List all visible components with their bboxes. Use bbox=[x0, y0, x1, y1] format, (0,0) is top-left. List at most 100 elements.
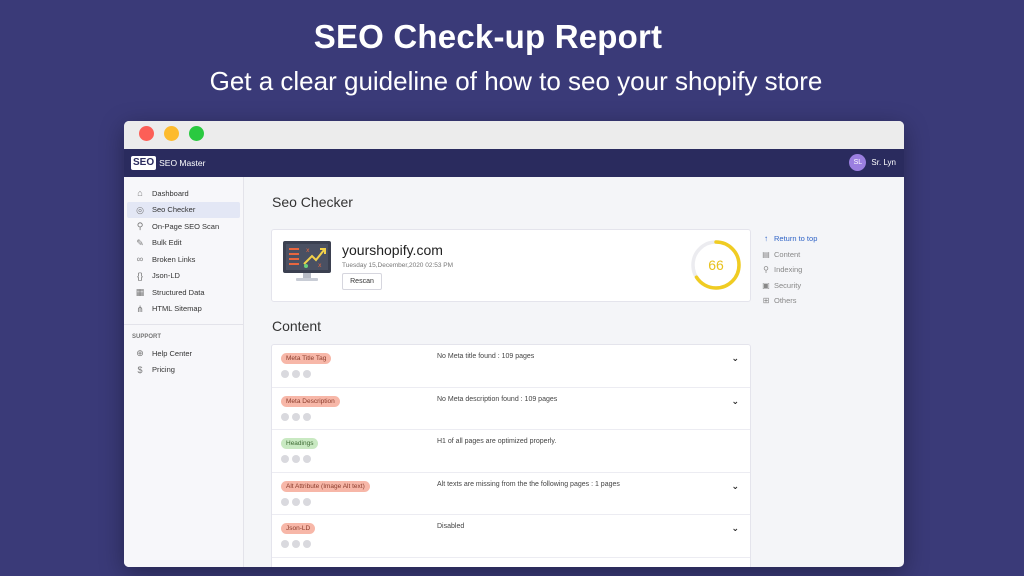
sidebar-item-label: Json-LD bbox=[152, 271, 180, 281]
help-icon: ⊕ bbox=[136, 348, 144, 359]
chevron-down-icon[interactable]: ⌄ bbox=[731, 396, 739, 407]
content-section-title: Content bbox=[272, 318, 322, 334]
toc-link-label: Others bbox=[774, 296, 797, 306]
check-status-badge: Meta Title Tag bbox=[281, 353, 332, 364]
page-title: Seo Checker bbox=[272, 194, 353, 210]
sidebar-nav: ⌂ Dashboard ◎ Seo Checker ⚲ On-Page SEO Scan ✎… bbox=[124, 177, 243, 317]
sidebar-item-label: Bulk Edit bbox=[152, 238, 182, 248]
hero-title: SEO Check-up Report bbox=[313, 18, 663, 55]
maximize-window-button[interactable] bbox=[189, 126, 204, 141]
chevron-down-icon[interactable]: ⌄ bbox=[731, 353, 739, 364]
sidebar-item-label: Structured Data bbox=[152, 287, 205, 297]
indicator-dot bbox=[303, 455, 311, 463]
site-summary-card: x x yourshopify.com Tuesday 15,December,… bbox=[271, 229, 751, 302]
indicator-dot bbox=[292, 540, 300, 548]
check-message: H1 of all pages are optimized properly. bbox=[437, 438, 557, 445]
app-logo[interactable]: SEO SEO Master bbox=[131, 154, 205, 172]
user-menu[interactable]: SL Sr. Lyn bbox=[849, 154, 896, 171]
dollar-icon: $ bbox=[137, 364, 143, 375]
check-row[interactable]: Meta Description No Meta description foun… bbox=[272, 388, 750, 430]
sidebar-item-label: Seo Checker bbox=[152, 205, 196, 215]
check-indicator-dots bbox=[281, 370, 314, 378]
indicator-dot bbox=[303, 540, 311, 548]
chevron-down-icon[interactable]: ⌄ bbox=[731, 481, 739, 492]
indicator-dot bbox=[281, 412, 289, 421]
check-message: Alt texts are missing from the the follo… bbox=[437, 480, 620, 488]
link-icon: ∞ bbox=[136, 254, 144, 265]
chevron-down-icon[interactable]: ⌄ bbox=[731, 523, 739, 534]
minimize-window-button[interactable] bbox=[164, 126, 179, 141]
check-indicator-dots bbox=[281, 412, 314, 421]
indicator-dot bbox=[281, 497, 289, 506]
window-titlebar bbox=[124, 121, 904, 149]
toc-link-security[interactable]: ▣ Security bbox=[762, 278, 872, 294]
section-toc: ↑ Return to top ▤ Content ⚲ Indexing ▣ Security… bbox=[762, 231, 872, 309]
document-icon: ▤ bbox=[762, 249, 770, 259]
support-nav: ⊕ Help Center $ Pricing bbox=[124, 343, 243, 378]
toc-link-content[interactable]: ▤ Content bbox=[762, 247, 872, 263]
sidebar-item-label: On-Page SEO Scan bbox=[152, 221, 220, 231]
sidebar-item-on-page-seo-scan[interactable]: ⚲ On-Page SEO Scan bbox=[127, 218, 240, 235]
toc-link-return-to-top[interactable]: ↑ Return to top bbox=[762, 231, 872, 247]
sitemap-icon: ⋔ bbox=[136, 303, 144, 314]
check-row[interactable]: Alt Attribute (Image Alt text) Alt texts … bbox=[272, 473, 750, 515]
check-message: No Meta description found : 109 pages bbox=[437, 395, 558, 403]
sidebar-item-label: Help Center bbox=[152, 348, 193, 358]
check-indicator-dots bbox=[281, 497, 314, 506]
grid-icon: ⊞ bbox=[762, 296, 770, 306]
search-icon: ⚲ bbox=[136, 221, 144, 232]
lock-icon: ▣ bbox=[762, 280, 770, 290]
sidebar-item-label: Dashboard bbox=[152, 188, 189, 198]
sidebar-item-label: HTML Sitemap bbox=[152, 304, 202, 314]
sidebar-item-pricing[interactable]: $ Pricing bbox=[127, 362, 240, 379]
toc-link-indexing[interactable]: ⚲ Indexing bbox=[762, 262, 872, 278]
sidebar-item-dashboard[interactable]: ⌂ Dashboard bbox=[127, 185, 240, 202]
svg-text:x: x bbox=[306, 247, 310, 254]
sidebar-item-help-center[interactable]: ⊕ Help Center bbox=[127, 345, 240, 362]
check-message: No Meta title found : 109 pages bbox=[437, 353, 535, 360]
score-value: 66 bbox=[708, 257, 724, 273]
indicator-dot bbox=[292, 455, 300, 463]
indicator-dot bbox=[281, 540, 289, 548]
content-checks-table: Meta Title Tag No Meta title found : 109 … bbox=[271, 344, 751, 567]
sidebar-item-structured-data[interactable]: ▦ Structured Data bbox=[127, 284, 240, 301]
check-status-badge: Alt Attribute (Image Alt text) bbox=[281, 480, 370, 492]
check-status-badge: Headings bbox=[281, 438, 319, 449]
toc-link-others[interactable]: ⊞ Others bbox=[762, 293, 872, 309]
toc-link-label: Security bbox=[774, 280, 802, 290]
scan-date: Tuesday 15,December,2020 02:53 PM bbox=[342, 262, 454, 269]
sidebar-item-html-sitemap[interactable]: ⋔ HTML Sitemap bbox=[127, 301, 240, 318]
check-row: Headings H1 of all pages are optimized pr… bbox=[272, 430, 750, 473]
braces-icon: {} bbox=[136, 270, 143, 281]
sidebar-item-label: Pricing bbox=[152, 365, 175, 375]
indicator-dot bbox=[281, 370, 289, 378]
sidebar-item-seo-checker[interactable]: ◎ Seo Checker bbox=[127, 201, 240, 218]
check-indicator-dots bbox=[281, 455, 314, 463]
sidebar-item-label: Broken Links bbox=[152, 254, 196, 264]
check-row[interactable]: Meta Title Tag No Meta title found : 109 … bbox=[272, 345, 750, 388]
toc-link-label: Content bbox=[774, 249, 801, 259]
sidebar-item-bulk-edit[interactable]: ✎ Bulk Edit bbox=[127, 235, 240, 252]
svg-text:x: x bbox=[318, 262, 322, 269]
app-name: SEO Master bbox=[159, 158, 206, 168]
user-name: Sr. Lyn bbox=[871, 158, 896, 167]
score-gauge: 66 bbox=[690, 239, 742, 291]
sidebar-item-json-ld[interactable]: {} Json-LD bbox=[127, 268, 240, 285]
calendar-icon: ▦ bbox=[135, 287, 145, 298]
sidebar-item-broken-links[interactable]: ∞ Broken Links bbox=[127, 251, 240, 268]
check-row[interactable]: Json-LD Disabled ⌄ bbox=[272, 515, 750, 558]
rescan-button[interactable]: Rescan bbox=[342, 273, 382, 290]
check-message: Disabled bbox=[437, 523, 465, 530]
app-header: SEO SEO Master SL Sr. Lyn bbox=[124, 149, 904, 177]
indicator-dot bbox=[292, 497, 300, 506]
toc-link-label: Indexing bbox=[774, 265, 803, 275]
sidebar: ⌂ Dashboard ◎ Seo Checker ⚲ On-Page SEO Scan ✎… bbox=[124, 177, 244, 567]
check-status-badge: Meta Description bbox=[281, 395, 340, 407]
check-status-badge: Json-LD bbox=[281, 523, 316, 534]
close-window-button[interactable] bbox=[139, 126, 154, 141]
avatar: SL bbox=[849, 154, 867, 171]
sidebar-divider bbox=[124, 324, 243, 325]
indicator-dot bbox=[303, 412, 311, 421]
monitor-illustration: x x bbox=[283, 241, 331, 281]
arrow-up-icon: ↑ bbox=[764, 234, 768, 244]
